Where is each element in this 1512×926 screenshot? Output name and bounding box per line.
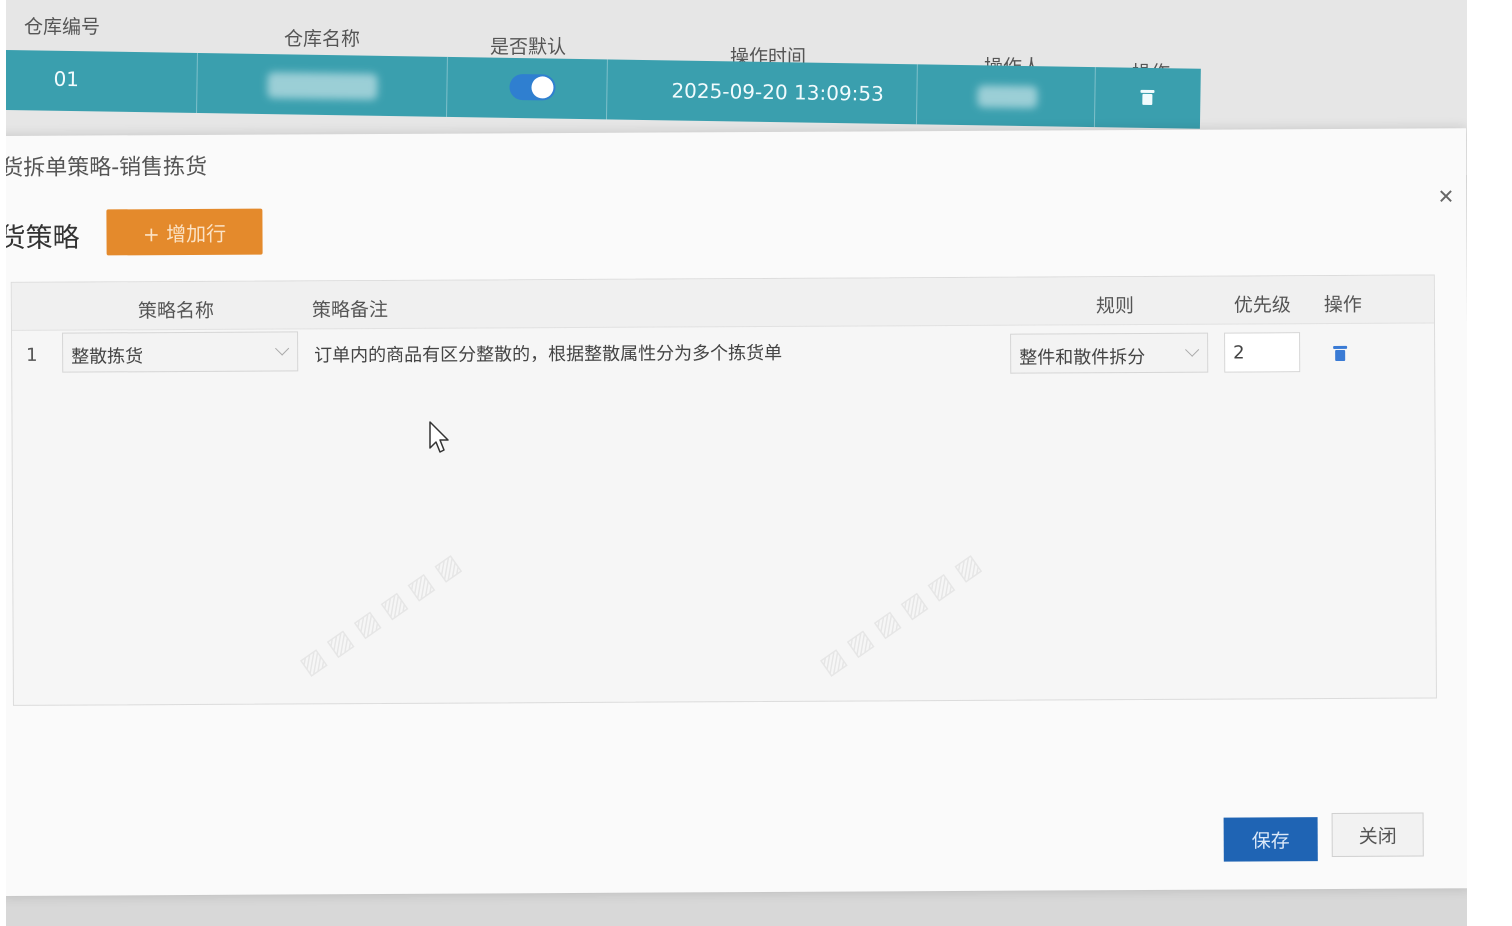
- priority-value: 2: [1233, 342, 1245, 364]
- rule-select[interactable]: 整件和散件拆分: [1010, 332, 1209, 374]
- blurred-name: [267, 72, 378, 100]
- add-row-button[interactable]: + 增加行: [106, 208, 263, 256]
- col-is-default: 是否默认: [490, 36, 567, 58]
- screen: 仓库编号 仓库名称 是否默认 操作时间 操作人 操作 01 2025-09-20…: [6, 0, 1467, 926]
- operation-time-value: 2025-09-20 13:09:53: [671, 78, 885, 106]
- toggle-knob: [531, 76, 554, 99]
- strategy-row: 1 整散拣货 订单内的商品有区分整散的，根据整散属性分为多个拣货单 整件和散件拆…: [12, 325, 1434, 378]
- strategy-modal: 货拆单策略-销售拣货 ✕ 货策略 + 增加行 策略名称 策略备注 规则 优先级 …: [6, 128, 1467, 896]
- col-warehouse-code: 仓库编号: [24, 16, 101, 38]
- col-strategy-remark: 策略备注: [311, 298, 388, 322]
- strategy-remark[interactable]: 订单内的商品有区分整散的，根据整散属性分为多个拣货单: [314, 339, 782, 367]
- default-toggle[interactable]: [509, 73, 556, 101]
- row-index: 1: [26, 344, 38, 366]
- priority-input[interactable]: 2: [1224, 332, 1301, 373]
- col-warehouse-name: 仓库名称: [284, 28, 361, 50]
- strategy-grid-header: 策略名称 策略备注 规则 优先级 操作: [11, 275, 1435, 331]
- rule-value: 整件和散件拆分: [1019, 346, 1146, 369]
- close-button[interactable]: 关闭: [1331, 812, 1424, 858]
- cell-code: [6, 50, 198, 114]
- chevron-down-icon: [275, 341, 290, 356]
- col-action: 操作: [1323, 293, 1362, 317]
- strategy-name-value: 整散拣货: [71, 346, 144, 368]
- chevron-down-icon: [1185, 342, 1200, 357]
- mouse-pointer-icon: [429, 421, 449, 453]
- modal-title: 货拆单策略-销售拣货: [6, 154, 208, 181]
- blurred-operator: [977, 85, 1038, 109]
- section-title: 货策略: [6, 222, 80, 254]
- warehouse-code-value: 01: [53, 66, 80, 92]
- col-priority: 优先级: [1233, 294, 1291, 317]
- col-rule: 规则: [1095, 295, 1134, 318]
- trash-icon[interactable]: [1140, 89, 1155, 106]
- warehouse-table-header: 仓库编号 仓库名称 是否默认 操作时间 操作人 操作: [6, 0, 1467, 84]
- strategy-grid: 策略名称 策略备注 规则 优先级 操作 1 整散拣货 订单内的商品有区分整散的，…: [10, 274, 1437, 706]
- save-button[interactable]: 保存: [1223, 817, 1318, 862]
- col-strategy-name: 策略名称: [137, 299, 214, 323]
- strategy-name-select[interactable]: 整散拣货: [62, 331, 299, 373]
- photo-frame: 仓库编号 仓库名称 是否默认 操作时间 操作人 操作 01 2025-09-20…: [0, 0, 1512, 926]
- close-icon[interactable]: ✕: [1438, 184, 1455, 208]
- trash-icon[interactable]: [1333, 345, 1348, 361]
